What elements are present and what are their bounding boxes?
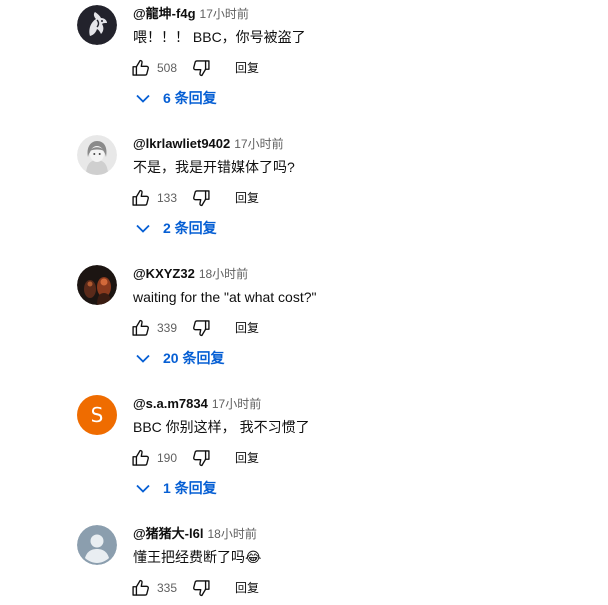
thumbs-down-icon bbox=[193, 580, 210, 597]
comment-actions: 335 回复 bbox=[128, 575, 428, 601]
comment-item: S @s.a.m7834 17小时前 BBC 你别这样， 我不习惯了 190 回复… bbox=[0, 390, 608, 520]
comment-header: @KXYZ32 18小时前 bbox=[133, 266, 248, 282]
timestamp[interactable]: 17小时前 bbox=[212, 397, 261, 411]
comment-item: @lkrlawliet9402 17小时前 不是，我是开错媒体了吗? 133 回复… bbox=[0, 130, 608, 260]
comment-text: 懂王把经费断了吗😂 bbox=[133, 547, 261, 567]
like-count: 339 bbox=[157, 321, 178, 335]
thumbs-up-icon bbox=[132, 59, 149, 76]
avatar-letter: S bbox=[90, 403, 104, 427]
comment-actions: 339 回复 bbox=[128, 315, 428, 341]
comment-item: @龍坤-f4g 17小时前 喂！！！ BBC，你号被盗了 508 回复 6 条回复 bbox=[0, 0, 608, 130]
comment-header: @lkrlawliet9402 17小时前 bbox=[133, 136, 284, 152]
like-button[interactable] bbox=[128, 445, 154, 471]
thumbs-down-icon bbox=[193, 190, 210, 207]
author-name[interactable]: @KXYZ32 bbox=[133, 266, 195, 281]
comment-actions: 133 回复 bbox=[128, 185, 428, 211]
thumbs-up-icon bbox=[132, 319, 149, 336]
timestamp[interactable]: 17小时前 bbox=[234, 137, 283, 151]
comment-feed: @龍坤-f4g 17小时前 喂！！！ BBC，你号被盗了 508 回复 6 条回复 bbox=[0, 0, 608, 605]
replies-count-label: 6 条回复 bbox=[163, 90, 217, 106]
view-replies-button[interactable]: 2 条回复 bbox=[133, 218, 217, 238]
dark-figure-avatar-icon bbox=[77, 265, 117, 305]
avatar[interactable] bbox=[77, 525, 117, 565]
view-replies-button[interactable]: 20 条回复 bbox=[133, 348, 224, 368]
author-name[interactable]: @lkrlawliet9402 bbox=[133, 136, 230, 151]
dragon-avatar-icon bbox=[77, 5, 117, 45]
anime-character-avatar-icon bbox=[77, 135, 117, 175]
chevron-down-icon bbox=[133, 478, 153, 498]
dislike-button[interactable] bbox=[188, 55, 214, 81]
thumbs-down-icon bbox=[193, 60, 210, 77]
like-button[interactable] bbox=[128, 315, 154, 341]
author-name[interactable]: @猪猪大-l6l bbox=[133, 526, 203, 541]
author-name[interactable]: @龍坤-f4g bbox=[133, 6, 196, 21]
view-replies-button[interactable]: 1 条回复 bbox=[133, 478, 217, 498]
dislike-button[interactable] bbox=[188, 575, 214, 601]
avatar[interactable] bbox=[77, 135, 117, 175]
avatar[interactable]: S bbox=[77, 395, 117, 435]
chevron-down-icon bbox=[133, 218, 153, 238]
comment-text-body: 懂王把经费断了吗 bbox=[133, 549, 245, 565]
dislike-button[interactable] bbox=[188, 445, 214, 471]
comment-header: @s.a.m7834 17小时前 bbox=[133, 396, 261, 412]
like-count: 335 bbox=[157, 581, 178, 595]
reply-button[interactable]: 回复 bbox=[235, 450, 259, 466]
comment-header: @龍坤-f4g 17小时前 bbox=[133, 6, 249, 22]
laughing-emoji-icon: 😂 bbox=[245, 549, 262, 565]
author-name[interactable]: @s.a.m7834 bbox=[133, 396, 208, 411]
comment-actions: 508 回复 bbox=[128, 55, 428, 81]
view-replies-button[interactable]: 6 条回复 bbox=[133, 88, 217, 108]
timestamp[interactable]: 18小时前 bbox=[199, 267, 248, 281]
reply-button[interactable]: 回复 bbox=[235, 60, 259, 76]
like-button[interactable] bbox=[128, 185, 154, 211]
comment-text: BBC 你别这样， 我不习惯了 bbox=[133, 419, 310, 435]
dislike-button[interactable] bbox=[188, 315, 214, 341]
comment-text: 喂！！！ BBC，你号被盗了 bbox=[133, 29, 306, 45]
comment-item: @KXYZ32 18小时前 waiting for the "at what co… bbox=[0, 260, 608, 390]
like-button[interactable] bbox=[128, 55, 154, 81]
avatar[interactable] bbox=[77, 265, 117, 305]
thumbs-down-icon bbox=[193, 450, 210, 467]
timestamp[interactable]: 17小时前 bbox=[200, 7, 249, 21]
thumbs-up-icon bbox=[132, 449, 149, 466]
reply-button[interactable]: 回复 bbox=[235, 320, 259, 336]
replies-count-label: 2 条回复 bbox=[163, 220, 217, 236]
like-count: 508 bbox=[157, 61, 178, 75]
chevron-down-icon bbox=[133, 348, 153, 368]
avatar[interactable] bbox=[77, 5, 117, 45]
comment-item: @猪猪大-l6l 18小时前 懂王把经费断了吗😂 335 回复 bbox=[0, 520, 608, 605]
default-person-avatar-icon bbox=[77, 525, 117, 565]
like-button[interactable] bbox=[128, 575, 154, 601]
thumbs-up-icon bbox=[132, 189, 149, 206]
replies-count-label: 1 条回复 bbox=[163, 480, 217, 496]
like-count: 133 bbox=[157, 191, 178, 205]
like-count: 190 bbox=[157, 451, 178, 465]
timestamp[interactable]: 18小时前 bbox=[207, 527, 256, 541]
reply-button[interactable]: 回复 bbox=[235, 580, 259, 596]
replies-count-label: 20 条回复 bbox=[163, 350, 225, 366]
chevron-down-icon bbox=[133, 88, 153, 108]
comment-text: 不是，我是开错媒体了吗? bbox=[133, 159, 295, 175]
thumbs-up-icon bbox=[132, 579, 149, 596]
thumbs-down-icon bbox=[193, 320, 210, 337]
comment-text: waiting for the "at what cost?" bbox=[133, 289, 317, 305]
comment-header: @猪猪大-l6l 18小时前 bbox=[133, 526, 257, 542]
dislike-button[interactable] bbox=[188, 185, 214, 211]
comment-actions: 190 回复 bbox=[128, 445, 428, 471]
reply-button[interactable]: 回复 bbox=[235, 190, 259, 206]
